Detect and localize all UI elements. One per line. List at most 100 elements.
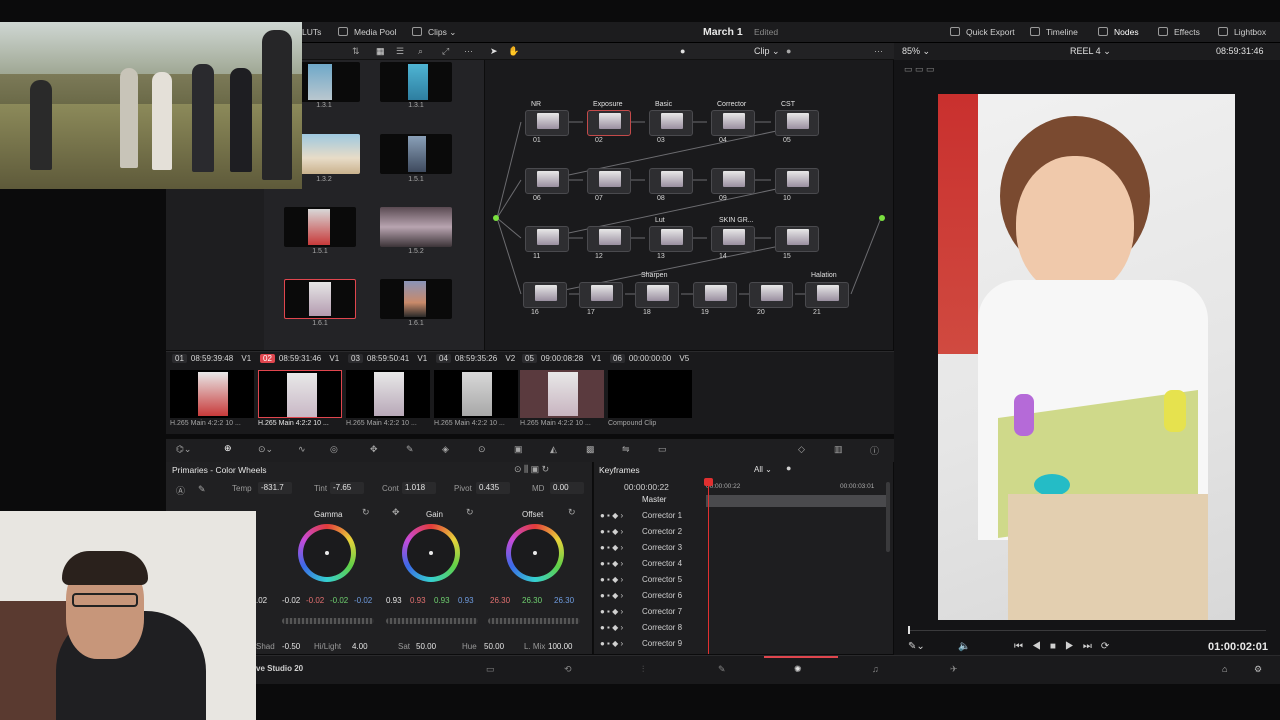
node-03[interactable]	[649, 110, 693, 136]
keyframe-toggle-icon[interactable]: ● ▪ ◆ ›	[600, 559, 623, 568]
tab-timeline[interactable]: Timeline	[1030, 22, 1078, 43]
quick-export-button[interactable]: Quick Export	[950, 22, 1015, 43]
fairlight-page-icon[interactable]: ♫	[872, 664, 879, 674]
stereo-icon[interactable]: ▭	[658, 444, 667, 455]
node-06[interactable]	[525, 168, 569, 194]
timeline-clip[interactable]: 04 08:59:35:26 V2 H.265 Main 4:2:2 10 ...	[432, 352, 518, 430]
clip-thumb[interactable]	[380, 207, 452, 247]
keyframe-tool-icon[interactable]: ◇	[798, 444, 805, 455]
gamma-wheel[interactable]	[298, 524, 356, 582]
edit-page-icon[interactable]: ⫶	[642, 664, 644, 675]
qualifier-icon[interactable]: ✥	[370, 444, 378, 455]
cut-page-icon[interactable]: ⟲	[564, 664, 572, 675]
viewer-layout-icons[interactable]: ▭ ▭ ▭	[904, 64, 935, 75]
node-editor[interactable]: NR Exposure Basic Corrector CST Lut SKIN…	[484, 60, 893, 350]
node-19[interactable]	[693, 282, 737, 308]
keyframe-row[interactable]: ● ▪ ◆ › Corrector 8	[594, 620, 894, 636]
curves-icon[interactable]: ∿	[298, 444, 306, 455]
tab-media-pool[interactable]: Media Pool	[338, 22, 397, 43]
md-field[interactable]: 0.00	[550, 482, 584, 494]
eyedropper-tool-icon[interactable]: ✎	[406, 444, 414, 455]
blur-icon[interactable]: ▣	[514, 444, 523, 455]
node-21[interactable]	[805, 282, 849, 308]
node-05[interactable]	[775, 110, 819, 136]
reset-gain-icon[interactable]: ↻	[466, 507, 474, 518]
keyframe-toggle-icon[interactable]: ● ▪ ◆ ›	[600, 543, 623, 552]
node-04[interactable]	[711, 110, 755, 136]
timeline-clip[interactable]: 01 08:59:39:48 V1 H.265 Main 4:2:2 10 ...	[168, 352, 254, 430]
timeline-clip[interactable]: 06 00:00:00:00 V5 Compound Clip	[606, 352, 696, 430]
node-10[interactable]	[775, 168, 819, 194]
info-icon[interactable]: ⓘ	[870, 444, 879, 457]
keyframe-row[interactable]: ● ▪ ◆ › Corrector 3	[594, 540, 894, 556]
node-12[interactable]	[587, 226, 631, 252]
sizing-icon[interactable]: ▩	[586, 444, 595, 455]
move-icon[interactable]: ✥	[392, 507, 400, 518]
hue-value[interactable]: 50.00	[484, 642, 504, 651]
temp-field[interactable]: -831.7	[258, 482, 292, 494]
keyframe-toggle-icon[interactable]: ● ▪ ◆ ›	[600, 575, 623, 584]
keyframe-toggle-icon[interactable]: ● ▪ ◆ ›	[600, 639, 623, 648]
scopes-icon[interactable]: ▥	[834, 444, 843, 455]
node-18[interactable]	[635, 282, 679, 308]
primaries-mode-icons[interactable]: ⊙ ⫼ ▣ ↻	[514, 464, 549, 475]
node-17[interactable]	[579, 282, 623, 308]
search-icon[interactable]: ⌕	[418, 46, 423, 57]
key-icon[interactable]: ◭	[550, 444, 557, 455]
pivot-field[interactable]: 0.435	[476, 482, 510, 494]
node-20[interactable]	[749, 282, 793, 308]
warper-icon[interactable]: ◎	[330, 444, 338, 455]
tint-field[interactable]: -7.65	[330, 482, 364, 494]
keyframe-toggle-icon[interactable]: ● ▪ ◆ ›	[600, 607, 623, 616]
node-11[interactable]	[525, 226, 569, 252]
keyframe-toggle-icon[interactable]: ● ▪ ◆ ›	[600, 623, 623, 632]
keyframe-toggle-icon[interactable]: ● ▪ ◆ ›	[600, 511, 623, 520]
playhead-handle[interactable]	[704, 478, 713, 486]
keyframe-row[interactable]: ● ▪ ◆ › Corrector 5	[594, 572, 894, 588]
node-mode-select[interactable]: Clip ⌄	[754, 46, 780, 57]
reset-gamma-icon[interactable]: ↻	[362, 507, 370, 518]
keyframes-filter-select[interactable]: All ⌄	[754, 465, 772, 474]
reset-icon[interactable]: Ⓐ	[176, 484, 185, 497]
node-07[interactable]	[587, 168, 631, 194]
timeline-clip[interactable]: 03 08:59:50:41 V1 H.265 Main 4:2:2 10 ...	[344, 352, 430, 430]
timeline-clip-selected[interactable]: 02 08:59:31:46 V1 H.265 Main 4:2:2 10 ...	[256, 352, 342, 430]
shad-value[interactable]: -0.50	[282, 642, 300, 651]
window-icon[interactable]: ◈	[442, 444, 449, 455]
keyframe-row[interactable]: ● ▪ ◆ › Corrector 9	[594, 636, 894, 652]
hand-icon[interactable]: ✋	[508, 46, 519, 57]
media-page-icon[interactable]: ▭	[486, 664, 495, 675]
node-08[interactable]	[649, 168, 693, 194]
tab-lightbox[interactable]: Lightbox	[1218, 22, 1266, 43]
3d-icon[interactable]: ⇋	[622, 444, 630, 455]
node-01[interactable]	[525, 110, 569, 136]
gain-wheel[interactable]	[402, 524, 460, 582]
keyframe-row[interactable]: ● ▪ ◆ › Corrector 6	[594, 588, 894, 604]
deliver-page-icon[interactable]: ✈	[950, 664, 958, 675]
grid-view-icon[interactable]: ▦	[376, 46, 385, 57]
keyframe-row[interactable]: ● ▪ ◆ › Corrector 1	[594, 508, 894, 524]
picker-icon[interactable]: ✎	[198, 484, 206, 495]
tab-nodes[interactable]: Nodes	[1098, 22, 1139, 43]
node-more-icon[interactable]: ⋯	[874, 46, 883, 57]
keyframe-row[interactable]: ● ▪ ◆ › Corrector 7	[594, 604, 894, 620]
tab-luts[interactable]: LUTs	[302, 22, 321, 43]
offset-master-dial[interactable]	[488, 618, 580, 624]
clip-thumb[interactable]	[284, 207, 356, 247]
sort-icon[interactable]: ⇅	[352, 46, 360, 57]
master-track-bar[interactable]	[706, 495, 886, 507]
gamma-master-dial[interactable]	[282, 618, 374, 624]
reel-select[interactable]: REEL 4 ⌄	[1070, 46, 1111, 57]
clip-thumb[interactable]	[380, 279, 452, 319]
expand-icon[interactable]: ⤢	[442, 46, 449, 57]
tracker-icon[interactable]: ⊙	[478, 444, 486, 455]
node-15[interactable]	[775, 226, 819, 252]
volume-icon[interactable]: 🔈	[958, 641, 970, 652]
timeline-clip[interactable]: 05 09:00:08:28 V1 H.265 Main 4:2:2 10 ...	[518, 352, 604, 430]
node-13[interactable]	[649, 226, 693, 252]
gear-icon[interactable]: ⚙	[1254, 664, 1262, 675]
node-09[interactable]	[711, 168, 755, 194]
more-icon[interactable]: ⋯	[464, 46, 473, 57]
eyedropper-icon[interactable]: ✎⌄	[908, 641, 925, 652]
list-view-icon[interactable]: ☰	[396, 46, 404, 57]
